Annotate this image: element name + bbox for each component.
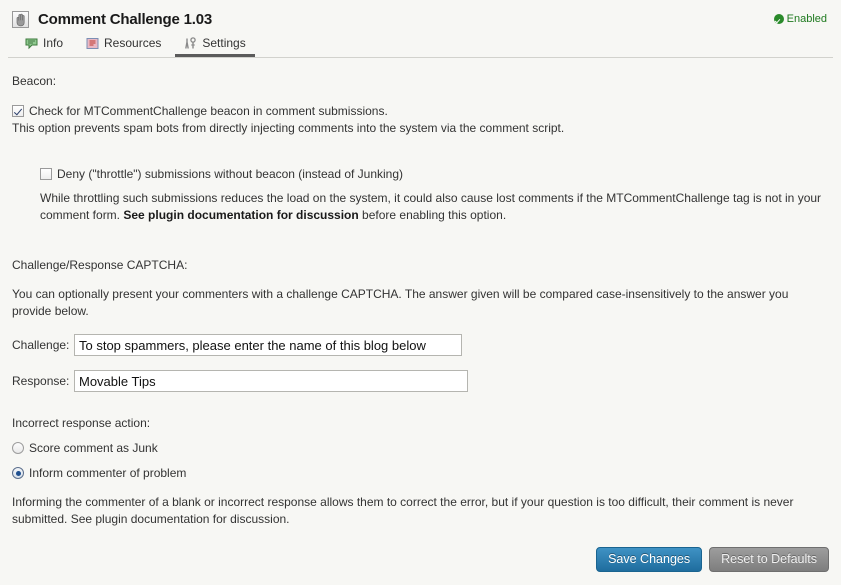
beacon-checkbox-label: Check for MTCommentChallenge beacon in c… xyxy=(29,104,388,118)
plugin-header: Comment Challenge 1.03 Enabled xyxy=(0,0,841,32)
radio-score-as-junk-label: Score comment as Junk xyxy=(29,441,158,455)
beacon-section-label: Beacon: xyxy=(12,74,57,88)
response-label: Response: xyxy=(12,374,70,388)
captcha-intro: You can optionally present your commente… xyxy=(12,287,789,318)
response-field-row: Response: xyxy=(12,370,829,392)
radio-row-junk[interactable]: Score comment as Junk xyxy=(12,441,829,455)
footer-actions: Save Changes Reset to Defaults xyxy=(596,547,829,572)
check-circle-icon xyxy=(773,14,784,24)
throttle-desc-part2: before enabling this option. xyxy=(358,208,507,222)
throttle-desc-bold: See plugin documentation for discussion xyxy=(123,208,359,222)
challenge-label: Challenge: xyxy=(12,338,70,352)
challenge-input[interactable] xyxy=(74,334,462,356)
tab-resources[interactable]: Resources xyxy=(77,36,170,57)
reset-to-defaults-button[interactable]: Reset to Defaults xyxy=(709,547,829,572)
save-changes-button[interactable]: Save Changes xyxy=(596,547,703,572)
response-input[interactable] xyxy=(74,370,468,392)
settings-content: Beacon: Check for MTCommentChallenge bea… xyxy=(0,58,841,528)
status-label: Enabled xyxy=(786,13,827,25)
challenge-field-row: Challenge: xyxy=(12,334,829,356)
status-badge: Enabled xyxy=(773,13,829,25)
tab-resources-label: Resources xyxy=(104,36,162,50)
resources-icon xyxy=(86,37,99,49)
radio-row-inform[interactable]: Inform commenter of problem xyxy=(12,466,829,480)
throttle-checkbox-label: Deny ("throttle") submissions without be… xyxy=(57,167,404,181)
plugin-hand-icon xyxy=(12,10,29,28)
radio-score-as-junk[interactable] xyxy=(12,442,24,454)
captcha-section-label: Challenge/Response CAPTCHA: xyxy=(12,258,188,272)
throttle-block: Deny ("throttle") submissions without be… xyxy=(12,166,829,224)
beacon-checkbox-row[interactable]: Check for MTCommentChallenge beacon in c… xyxy=(12,103,829,119)
settings-tools-icon xyxy=(185,36,197,49)
radio-inform-commenter[interactable] xyxy=(12,467,24,479)
tab-info[interactable]: Info xyxy=(16,36,72,57)
throttle-checkbox-row[interactable]: Deny ("throttle") submissions without be… xyxy=(40,166,829,182)
throttle-description: While throttling such submissions reduce… xyxy=(40,190,829,224)
page-title: Comment Challenge 1.03 xyxy=(38,10,212,28)
tab-bar: Info Resources Settings xyxy=(0,32,841,57)
tab-info-label: Info xyxy=(43,36,64,50)
throttle-checkbox[interactable] xyxy=(40,168,52,180)
radio-inform-commenter-label: Inform commenter of problem xyxy=(29,466,187,480)
beacon-description: This option prevents spam bots from dire… xyxy=(12,121,565,135)
incorrect-response-description: Informing the commenter of a blank or in… xyxy=(12,495,794,526)
incorrect-response-heading: Incorrect response action: xyxy=(12,416,151,430)
comment-bubble-icon xyxy=(25,38,38,49)
tab-settings[interactable]: Settings xyxy=(175,36,255,57)
beacon-checkbox[interactable] xyxy=(12,105,24,117)
tab-settings-label: Settings xyxy=(202,36,246,50)
